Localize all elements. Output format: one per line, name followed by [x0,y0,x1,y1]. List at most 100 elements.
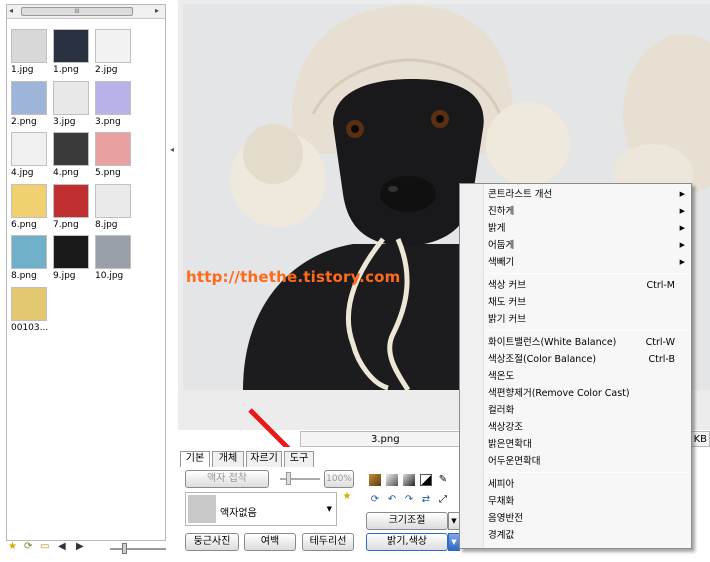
resize-button[interactable]: 크기조절 [366,512,448,530]
tab-tools[interactable]: 도구 [284,451,314,467]
menu-item[interactable]: 색빼기 ▶ [460,254,691,271]
thumbnail-label: 6.png [11,219,37,230]
rotate-left-icon[interactable]: ↶ [386,494,398,506]
menu-item-label: 밝은면확대 [488,439,532,450]
thumbnail-image [11,80,47,115]
scrollbar-thumb[interactable]: III [21,7,133,16]
thumbnail-item[interactable]: 4.jpg [11,132,49,178]
thumbnail-item[interactable]: 8.png [11,235,49,281]
menu-item-shortcut: Ctrl-W [645,337,675,348]
current-file-name: 3.png [371,434,400,445]
favorite-star-icon[interactable]: ★ [8,541,17,552]
round-photo-button[interactable]: 둥근사진 [185,533,239,551]
thumbnail-item[interactable]: 4.png [53,132,91,178]
menu-item[interactable]: 화이트밸런스(White Balance) Ctrl-W [460,334,691,351]
thumbnail-size-slider-track[interactable] [110,548,166,550]
effect-2-icon[interactable] [386,474,398,486]
margin-button[interactable]: 여백 [244,533,296,551]
frame-attach-button[interactable]: 액자 접착 [185,470,269,488]
thumbnail-image [53,183,89,218]
watermark-text: http://thethe.tistory.com [186,268,401,286]
thumbnail-size-slider-knob[interactable] [122,543,127,554]
thumbnail-item[interactable]: 6.png [11,183,49,230]
favorite-frame-star-icon[interactable]: ★ [341,491,353,503]
tab-crop[interactable]: 자르기 [246,451,282,467]
frame-preview-swatch [188,495,216,523]
effect-3-icon[interactable] [403,474,415,486]
tab-object[interactable]: 개체 [212,451,244,467]
menu-item-label: 음영반전 [488,513,523,524]
thumbnail-item[interactable]: 3.jpg [53,80,91,127]
menu-item-label: 색상 커브 [488,280,526,291]
menu-item-label: 어두운면확대 [488,456,541,467]
thumbnail-item[interactable]: 1.jpg [11,29,49,75]
thumbnail-label: 8.png [11,271,37,281]
menu-item[interactable]: 밝은면확대 [460,436,691,453]
thumbnail-item[interactable]: 2.png [11,80,49,127]
refresh-folder-icon[interactable]: ⟳ [24,541,32,552]
menu-item[interactable]: 콘트라스트 개선 ▶ [460,186,691,203]
tab-basic[interactable]: 기본 [180,451,210,467]
menu-item-label: 무채화 [488,496,515,507]
thumbnail-item[interactable]: 3.png [95,80,133,127]
thumbnail-item[interactable]: 9.jpg [53,235,91,281]
thumbnail-horizontal-scrollbar[interactable]: ◂ III ▸ [7,5,165,19]
submenu-arrow-icon: ▶ [679,207,685,215]
menu-item-label: 색상조절(Color Balance) [488,354,597,365]
menu-item[interactable]: 어두운면확대 [460,453,691,470]
folder-icon[interactable]: ▭ [40,541,49,552]
menu-item[interactable]: 음영반전 [460,510,691,527]
scroll-right-icon[interactable]: ▸ [155,6,159,15]
thumbnail-item[interactable]: 1.png [53,29,91,75]
menu-item[interactable]: 어둡게 ▶ [460,237,691,254]
thumbnail-label: 4.jpg [11,168,34,178]
menu-item-label: 세피아 [488,479,515,490]
menu-item[interactable]: 컬러화 [460,402,691,419]
thumbnail-item[interactable]: 00103... [11,286,49,333]
menu-item-label: 경계값 [488,530,515,541]
thumbnail-label: 1.png [53,65,79,75]
contrast-icon[interactable] [420,474,432,486]
menu-item[interactable]: 무채화 [460,493,691,510]
menu-item[interactable]: 색상조절(Color Balance) Ctrl-B [460,351,691,368]
back-arrow-icon[interactable]: ◀ [58,541,66,552]
menu-item-label: 색온도 [488,371,515,382]
menu-item[interactable]: 채도 커브 [460,294,691,311]
brightness-color-menu: 콘트라스트 개선 ▶ 진하게 ▶ 밝게 ▶ 어둡게 ▶ 색빼기 ▶ 색상 커브 Ctrl-M 채도 커브… [459,183,692,549]
thumbnail-image [53,132,89,166]
effect-1-icon[interactable] [369,474,381,486]
submenu-arrow-icon: ▶ [679,190,685,198]
rotate-right-icon[interactable]: ↷ [403,494,415,506]
collapse-panel-icon[interactable]: ◂ [167,140,177,160]
brightness-color-button[interactable]: 밝기,색상 [366,533,448,551]
menu-item[interactable]: 색상강조 [460,419,691,436]
fit-icon[interactable]: ⤢ [437,494,449,506]
thumbnail-item[interactable]: 2.jpg [95,29,133,75]
menu-item-label: 화이트밸런스(White Balance) [488,337,617,348]
thumbnail-toolbar: ★ ⟳ ▭ ◀ ▶ [6,541,166,557]
menu-item[interactable]: 진하게 ▶ [460,203,691,220]
thumbnail-item[interactable]: 7.png [53,183,91,230]
flip-icon[interactable]: ⇄ [420,494,432,506]
forward-arrow-icon[interactable]: ▶ [76,541,84,552]
thumbnail-label: 4.png [53,168,79,178]
menu-item[interactable]: 세피아 [460,476,691,493]
scroll-left-icon[interactable]: ◂ [9,6,13,15]
menu-item[interactable]: 색온도 [460,368,691,385]
menu-item[interactable]: 밝게 ▶ [460,220,691,237]
thumbnail-image [53,29,89,63]
menu-item[interactable]: 색상 커브 Ctrl-M [460,277,691,294]
frame-select-dropdown[interactable]: 액자없음 ▼ [185,492,337,526]
opacity-slider-knob[interactable] [286,472,291,485]
menu-item[interactable]: 밝기 커브 [460,311,691,328]
thumbnail-panel[interactable]: ◂ III ▸ 1.jpg 1.png 2.jpg 2.png 3.jpg 3.png 4.… [6,4,166,541]
thumbnail-item[interactable]: 8.jpg [95,183,133,230]
menu-item[interactable]: 색편향제거(Remove Color Cast) [460,385,691,402]
pen-icon[interactable]: ✎ [437,474,449,486]
thumbnail-image [11,286,47,321]
thumbnail-item[interactable]: 10.jpg [95,235,133,281]
thumbnail-item[interactable]: 5.png [95,132,133,178]
border-button[interactable]: 테두리선 [302,533,354,551]
menu-item[interactable]: 경계값 [460,527,691,544]
rotate-icon[interactable]: ⟳ [369,494,381,506]
